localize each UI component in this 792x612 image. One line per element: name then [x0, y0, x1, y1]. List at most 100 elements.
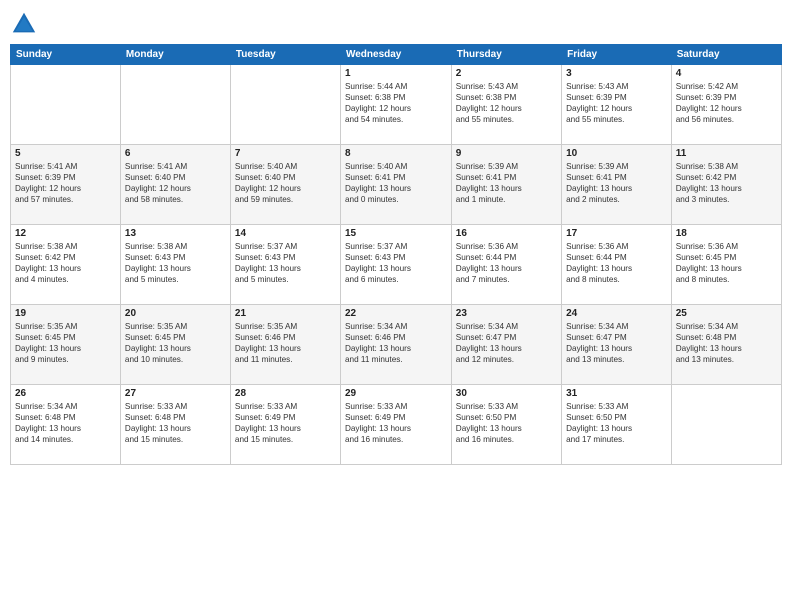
day-cell [11, 65, 121, 145]
week-row-2: 5 Sunrise: 5:41 AM Sunset: 6:39 PM Daylig… [11, 145, 782, 225]
day-cell: 23Sunrise: 5:34 AM Sunset: 6:47 PM Dayli… [451, 305, 561, 385]
day-cell: 4Sunrise: 5:42 AM Sunset: 6:39 PM Daylig… [671, 65, 781, 145]
day-detail: Sunrise: 5:37 AM Sunset: 6:43 PM Dayligh… [235, 241, 336, 285]
week-row-4: 19 Sunrise: 5:35 AM Sunset: 6:45 PM Dayli… [11, 305, 782, 385]
day-number: 16 [456, 228, 557, 239]
logo-icon [10, 10, 38, 38]
header [10, 10, 782, 38]
day-detail: Sunrise: 5:34 AM Sunset: 6:48 PM Dayligh… [676, 321, 777, 365]
day-number: 4 [676, 68, 777, 79]
day-number: 17 [566, 228, 667, 239]
day-detail: Sunrise: 5:36 AM Sunset: 6:45 PM Dayligh… [676, 241, 777, 285]
day-cell: 31Sunrise: 5:33 AM Sunset: 6:50 PM Dayli… [562, 385, 672, 465]
day-cell: 11Sunrise: 5:38 AM Sunset: 6:42 PM Dayli… [671, 145, 781, 225]
day-detail: Sunrise: 5:33 AM Sunset: 6:49 PM Dayligh… [345, 401, 447, 445]
day-number: 9 [456, 148, 557, 159]
day-cell: 16 Sunrise: 5:36 AM Sunset: 6:44 PM Dayli… [451, 225, 561, 305]
day-number: 13 [125, 228, 226, 239]
day-detail: Sunrise: 5:44 AM Sunset: 6:38 PM Dayligh… [345, 81, 447, 125]
day-cell: 3 Sunrise: 5:43 AM Sunset: 6:39 PM Daylig… [562, 65, 672, 145]
day-detail: Sunrise: 5:35 AM Sunset: 6:46 PM Dayligh… [235, 321, 336, 365]
day-number: 15 [345, 228, 447, 239]
day-number: 22 [345, 308, 447, 319]
day-cell: 15Sunrise: 5:37 AM Sunset: 6:43 PM Dayli… [340, 225, 451, 305]
day-number: 24 [566, 308, 667, 319]
col-header-saturday: Saturday [671, 45, 781, 65]
day-number: 11 [676, 148, 777, 159]
day-number: 20 [125, 308, 226, 319]
day-number: 3 [566, 68, 667, 79]
day-cell [120, 65, 230, 145]
day-cell: 28Sunrise: 5:33 AM Sunset: 6:49 PM Dayli… [230, 385, 340, 465]
day-number: 31 [566, 388, 667, 399]
day-number: 8 [345, 148, 447, 159]
day-number: 12 [15, 228, 116, 239]
col-header-sunday: Sunday [11, 45, 121, 65]
day-detail: Sunrise: 5:41 AM Sunset: 6:40 PM Dayligh… [125, 161, 226, 205]
logo [10, 10, 42, 38]
day-cell: 6 Sunrise: 5:41 AM Sunset: 6:40 PM Daylig… [120, 145, 230, 225]
day-cell: 17 Sunrise: 5:36 AM Sunset: 6:44 PM Dayli… [562, 225, 672, 305]
day-cell: 18 Sunrise: 5:36 AM Sunset: 6:45 PM Dayli… [671, 225, 781, 305]
day-detail: Sunrise: 5:39 AM Sunset: 6:41 PM Dayligh… [456, 161, 557, 205]
day-cell: 24 Sunrise: 5:34 AM Sunset: 6:47 PM Dayli… [562, 305, 672, 385]
day-detail: Sunrise: 5:39 AM Sunset: 6:41 PM Dayligh… [566, 161, 667, 205]
day-cell: 13 Sunrise: 5:38 AM Sunset: 6:43 PM Dayli… [120, 225, 230, 305]
day-number: 19 [15, 308, 116, 319]
day-number: 21 [235, 308, 336, 319]
week-row-1: 1Sunrise: 5:44 AM Sunset: 6:38 PM Daylig… [11, 65, 782, 145]
day-number: 7 [235, 148, 336, 159]
day-number: 26 [15, 388, 116, 399]
day-detail: Sunrise: 5:38 AM Sunset: 6:42 PM Dayligh… [15, 241, 116, 285]
day-cell [671, 385, 781, 465]
day-detail: Sunrise: 5:34 AM Sunset: 6:48 PM Dayligh… [15, 401, 116, 445]
day-number: 29 [345, 388, 447, 399]
day-detail: Sunrise: 5:36 AM Sunset: 6:44 PM Dayligh… [456, 241, 557, 285]
day-cell: 14Sunrise: 5:37 AM Sunset: 6:43 PM Dayli… [230, 225, 340, 305]
day-number: 6 [125, 148, 226, 159]
day-cell: 9 Sunrise: 5:39 AM Sunset: 6:41 PM Daylig… [451, 145, 561, 225]
day-cell: 25 Sunrise: 5:34 AM Sunset: 6:48 PM Dayli… [671, 305, 781, 385]
day-cell: 2 Sunrise: 5:43 AM Sunset: 6:38 PM Daylig… [451, 65, 561, 145]
day-detail: Sunrise: 5:43 AM Sunset: 6:38 PM Dayligh… [456, 81, 557, 125]
day-cell: 8Sunrise: 5:40 AM Sunset: 6:41 PM Daylig… [340, 145, 451, 225]
day-detail: Sunrise: 5:33 AM Sunset: 6:48 PM Dayligh… [125, 401, 226, 445]
day-cell: 20 Sunrise: 5:35 AM Sunset: 6:45 PM Dayli… [120, 305, 230, 385]
day-detail: Sunrise: 5:34 AM Sunset: 6:47 PM Dayligh… [456, 321, 557, 365]
week-row-3: 12 Sunrise: 5:38 AM Sunset: 6:42 PM Dayli… [11, 225, 782, 305]
day-cell: 30 Sunrise: 5:33 AM Sunset: 6:50 PM Dayli… [451, 385, 561, 465]
day-number: 5 [15, 148, 116, 159]
day-detail: Sunrise: 5:35 AM Sunset: 6:45 PM Dayligh… [125, 321, 226, 365]
day-detail: Sunrise: 5:41 AM Sunset: 6:39 PM Dayligh… [15, 161, 116, 205]
col-header-thursday: Thursday [451, 45, 561, 65]
day-cell: 21 Sunrise: 5:35 AM Sunset: 6:46 PM Dayli… [230, 305, 340, 385]
day-cell: 10 Sunrise: 5:39 AM Sunset: 6:41 PM Dayli… [562, 145, 672, 225]
day-cell: 29 Sunrise: 5:33 AM Sunset: 6:49 PM Dayli… [340, 385, 451, 465]
day-detail: Sunrise: 5:33 AM Sunset: 6:50 PM Dayligh… [456, 401, 557, 445]
day-number: 25 [676, 308, 777, 319]
day-detail: Sunrise: 5:43 AM Sunset: 6:39 PM Dayligh… [566, 81, 667, 125]
day-number: 18 [676, 228, 777, 239]
col-header-friday: Friday [562, 45, 672, 65]
day-cell [230, 65, 340, 145]
day-detail: Sunrise: 5:36 AM Sunset: 6:44 PM Dayligh… [566, 241, 667, 285]
page: SundayMondayTuesdayWednesdayThursdayFrid… [0, 0, 792, 612]
day-cell: 19 Sunrise: 5:35 AM Sunset: 6:45 PM Dayli… [11, 305, 121, 385]
day-detail: Sunrise: 5:34 AM Sunset: 6:46 PM Dayligh… [345, 321, 447, 365]
col-header-wednesday: Wednesday [340, 45, 451, 65]
day-detail: Sunrise: 5:34 AM Sunset: 6:47 PM Dayligh… [566, 321, 667, 365]
day-detail: Sunrise: 5:38 AM Sunset: 6:43 PM Dayligh… [125, 241, 226, 285]
day-number: 2 [456, 68, 557, 79]
day-detail: Sunrise: 5:35 AM Sunset: 6:45 PM Dayligh… [15, 321, 116, 365]
day-number: 30 [456, 388, 557, 399]
col-header-tuesday: Tuesday [230, 45, 340, 65]
calendar-table: SundayMondayTuesdayWednesdayThursdayFrid… [10, 44, 782, 465]
day-cell: 22 Sunrise: 5:34 AM Sunset: 6:46 PM Dayli… [340, 305, 451, 385]
day-number: 10 [566, 148, 667, 159]
day-cell: 1Sunrise: 5:44 AM Sunset: 6:38 PM Daylig… [340, 65, 451, 145]
day-cell: 12 Sunrise: 5:38 AM Sunset: 6:42 PM Dayli… [11, 225, 121, 305]
day-cell: 26 Sunrise: 5:34 AM Sunset: 6:48 PM Dayli… [11, 385, 121, 465]
day-cell: 5 Sunrise: 5:41 AM Sunset: 6:39 PM Daylig… [11, 145, 121, 225]
week-row-5: 26 Sunrise: 5:34 AM Sunset: 6:48 PM Dayli… [11, 385, 782, 465]
day-cell: 27Sunrise: 5:33 AM Sunset: 6:48 PM Dayli… [120, 385, 230, 465]
